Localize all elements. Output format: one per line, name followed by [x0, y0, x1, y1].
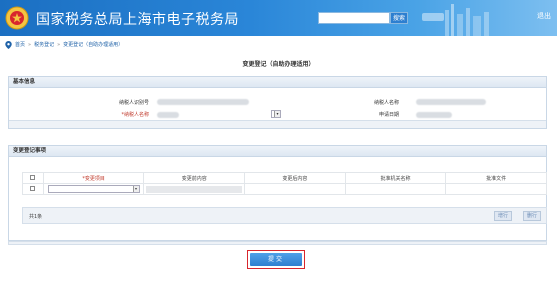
apply-date-value: [416, 112, 452, 118]
breadcrumb-home[interactable]: 首页: [15, 41, 25, 48]
basic-info-heading: 基本信息: [9, 77, 546, 88]
table-header-row: *变更项目 变更前内容 变更后内容 批准机关名称 批准文件: [22, 172, 547, 184]
breadcrumb: 首页 » 税务登记 » 变更登记（自助办理适用）: [5, 40, 123, 49]
breadcrumb-tax-registration[interactable]: 税务登记: [34, 41, 54, 48]
taxpayer-name-select-value: [157, 112, 179, 118]
row-checkbox[interactable]: [30, 186, 36, 191]
chevron-down-icon: ▾: [132, 186, 139, 192]
site-title: 国家税务总局上海市电子税务局: [36, 12, 239, 28]
panel-bottom-bar: [8, 241, 547, 245]
breadcrumb-separator: »: [28, 41, 32, 48]
col-after: 变更后内容: [244, 172, 346, 184]
search-button[interactable]: 搜索: [390, 12, 408, 24]
search-input[interactable]: [318, 12, 390, 24]
site-header: 国家税务总局上海市电子税务局 搜索 退出: [0, 0, 557, 36]
taxpayer-name-value: [416, 99, 486, 105]
col-approval-org: 批准机关名称: [344, 172, 447, 184]
change-item-cell: ▾: [42, 183, 145, 195]
approval-doc-cell[interactable]: [445, 183, 547, 195]
add-row-button[interactable]: 增行: [494, 211, 512, 221]
taxpayer-name-label: 纳税人名称: [373, 100, 399, 106]
location-pin-icon: [5, 40, 12, 49]
breadcrumb-separator: »: [57, 41, 61, 48]
col-before: 变更前内容: [143, 172, 246, 184]
col-change-item-label: *变更项目: [82, 175, 105, 182]
page-title: 变更登记（自助办理适用）: [242, 61, 315, 68]
chevron-down-icon: ▾: [274, 111, 280, 117]
select-all-checkbox[interactable]: [30, 175, 36, 180]
change-item-select[interactable]: ▾: [47, 185, 140, 193]
header-checkbox-cell: [22, 172, 44, 184]
table-footer: 共1条 增行 删行: [22, 207, 547, 224]
tax-emblem-icon: [5, 6, 29, 30]
before-content-value: [146, 185, 243, 193]
apply-date-label: 申请日期: [378, 112, 399, 118]
after-content-cell[interactable]: [244, 183, 346, 195]
change-items-panel: 变更登记事项 *变更项目 变更前内容 变更后内容 批准机关名称 批准文件 ▾ 共…: [8, 145, 547, 241]
taxpayer-id-label: 纳税人识别号: [118, 100, 149, 106]
taxpayer-name-select[interactable]: ▾: [271, 110, 281, 118]
before-content-cell: [143, 183, 246, 195]
row-checkbox-cell: [22, 183, 44, 195]
change-items-heading: 变更登记事项: [9, 146, 546, 157]
taxpayer-name-required-label: *纳税人名称: [121, 112, 149, 118]
breadcrumb-current: 变更登记（自助办理适用）: [63, 42, 124, 48]
col-approval-doc: 批准文件: [445, 172, 547, 184]
approval-org-cell[interactable]: [344, 183, 447, 195]
table-row: ▾: [22, 183, 547, 195]
basic-info-panel: 基本信息 纳税人识别号 纳税人名称 *纳税人名称 ▾ 申请日期: [8, 76, 547, 129]
record-count: 共1条: [29, 214, 43, 220]
submit-highlight: 提交: [247, 250, 305, 269]
taxpayer-id-value: [157, 99, 249, 105]
user-info-blurred: [422, 13, 444, 21]
delete-row-button[interactable]: 删行: [523, 211, 541, 221]
exit-link[interactable]: 退出: [537, 11, 551, 21]
col-change-item: *变更项目: [42, 172, 145, 184]
change-items-table: *变更项目 变更前内容 变更后内容 批准机关名称 批准文件 ▾: [22, 172, 547, 195]
panel-footer-bar: [9, 120, 546, 128]
submit-button[interactable]: 提交: [250, 253, 302, 266]
